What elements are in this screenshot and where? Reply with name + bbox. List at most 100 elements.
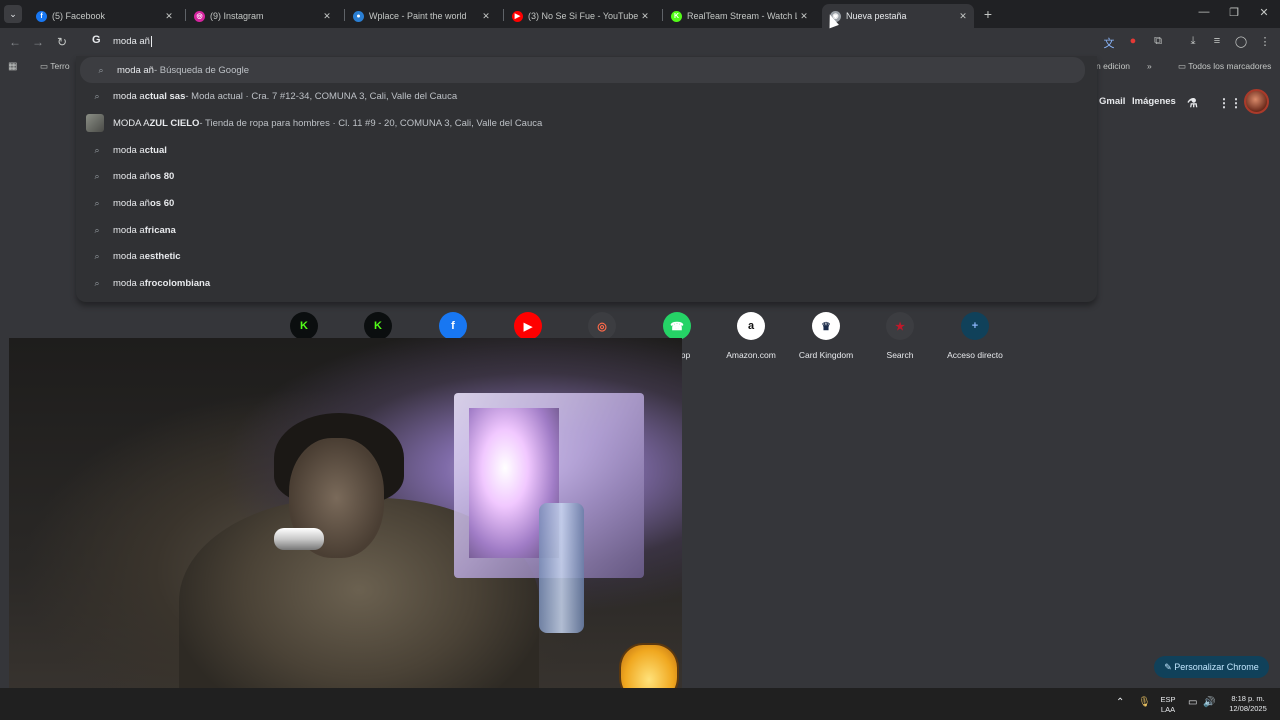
shortcut-tile[interactable]: + Acceso directo (938, 312, 1012, 360)
clock[interactable]: 8:18 p. m. 12/08/2025 (1222, 694, 1274, 714)
search-icon: ⌕ (94, 224, 100, 235)
account-avatar[interactable] (1244, 89, 1269, 114)
suggestion-row[interactable]: ⌕ moda añ os 60 (76, 191, 1097, 217)
tab-separator (185, 9, 186, 21)
profile-icon[interactable]: ◯ (1234, 35, 1248, 48)
all-bookmarks-label: Todos los marcadores (1188, 61, 1272, 71)
shortcut-icon: ☎ (663, 312, 691, 340)
extension-red-icon[interactable]: ● (1126, 35, 1140, 47)
suggestion-row[interactable]: ⌕ moda añ os 80 (76, 164, 1097, 190)
microphone-icon[interactable]: 🎙 (1138, 697, 1151, 708)
shortcut-tile[interactable]: ♛ Card Kingdom (789, 312, 863, 360)
suggestion-row[interactable]: ⌕ moda a fricana (76, 217, 1097, 243)
address-bar-text[interactable]: moda añ (113, 36, 152, 47)
suggestion-completion: fricana (144, 224, 176, 236)
bookmark-folder-terro[interactable]: ▭ Terro (40, 61, 70, 72)
tab-3[interactable]: ● Wplace - Paint the world ✕ (345, 4, 497, 28)
download-icon[interactable]: ⤓ (1186, 35, 1200, 48)
tab-6[interactable]: ◉ Nueva pestaña ✕ (822, 4, 974, 28)
customize-chrome-label: Personalizar Chrome (1174, 662, 1259, 672)
close-tab-icon[interactable]: ✕ (797, 11, 811, 22)
translate-icon[interactable]: 文 (1102, 35, 1116, 51)
all-bookmarks-button[interactable]: ▭ Todos los marcadores (1178, 61, 1271, 72)
language-code: ESP (1160, 695, 1176, 704)
close-tab-icon[interactable]: ✕ (956, 11, 970, 22)
text-caret (150, 36, 152, 47)
tab-separator (344, 9, 345, 21)
media-control-icon[interactable]: ≡ (1210, 35, 1224, 47)
google-icon: G (92, 34, 101, 46)
suggestion-prefix: moda a (113, 91, 145, 103)
address-bar[interactable]: G moda añ (80, 31, 1096, 53)
suggestion-row[interactable]: ⌕ moda a ctual (76, 137, 1097, 163)
tray-chevron-icon[interactable]: ⌃ (1116, 697, 1124, 708)
bookmarks-overflow-button[interactable]: » (1147, 61, 1152, 71)
extensions-icon[interactable]: ⧉ (1151, 35, 1165, 48)
apps-icon[interactable]: ▦ (8, 61, 17, 72)
shortcut-icon: ♛ (812, 312, 840, 340)
tab-title: Nueva pestaña (846, 11, 907, 21)
clock-date: 12/08/2025 (1229, 704, 1267, 713)
suggestion-prefix: moda añ (113, 171, 150, 183)
search-icon: ⌕ (94, 251, 100, 262)
customize-chrome-button[interactable]: ✎ Personalizar Chrome (1154, 656, 1269, 678)
tab-5[interactable]: K RealTeam Stream - Watch Live✕ (663, 4, 815, 28)
suggestion-detail: - Búsqueda de Google (153, 64, 250, 76)
tab-title: (3) No Se Si Fue - YouTube (528, 11, 638, 21)
suggestion-prefix: MODA A (113, 117, 150, 129)
suggestion-completion: os 60 (149, 198, 175, 209)
volume-icon[interactable]: 🔊 (1203, 697, 1215, 708)
suggestion-row[interactable]: ⌕ moda a esthetic (76, 244, 1097, 270)
microphone (274, 528, 324, 550)
shortcut-icon: K (364, 312, 392, 340)
tab-4[interactable]: ▶ (3) No Se Si Fue - YouTube ✕ (504, 4, 656, 28)
water-bottle (539, 503, 584, 633)
google-apps-icon[interactable]: ⋮⋮ (1218, 96, 1242, 110)
suggestion-row[interactable]: ⌕ moda a ctual sas - Moda actual · Cra. 7 … (76, 84, 1097, 110)
pencil-icon: ✎ (1164, 661, 1175, 672)
menu-icon[interactable]: ⋮ (1258, 35, 1272, 48)
forward-button[interactable]: → (31, 35, 45, 49)
tab-title: (5) Facebook (52, 11, 106, 21)
shortcut-icon: ★ (886, 312, 914, 340)
maximize-button[interactable]: ❐ (1226, 6, 1242, 19)
suggestion-detail: - Tienda de ropa para hombres · Cl. 11 #… (199, 117, 543, 129)
shortcut-icon: + (961, 312, 989, 340)
minimize-button[interactable]: — (1196, 6, 1212, 18)
address-bar-value: moda añ (113, 36, 150, 48)
shortcut-tile[interactable]: ★ Search (863, 312, 937, 360)
reload-button[interactable]: ↻ (55, 35, 69, 49)
bookmark-edicion[interactable]: n edicion (1096, 61, 1130, 71)
tab-1[interactable]: f (5) Facebook ✕ (28, 4, 180, 28)
globe-icon: ● (353, 10, 364, 22)
tab-title: Wplace - Paint the world (369, 11, 467, 21)
tab-separator (662, 9, 663, 21)
suggestion-completion: esthetic (144, 251, 181, 263)
suggestion-row[interactable]: MODA A ZUL CIELO - Tienda de ropa para ho… (76, 110, 1097, 136)
new-tab-button[interactable]: + (980, 6, 996, 22)
close-tab-icon[interactable]: ✕ (162, 11, 176, 22)
plus-icon: + (983, 6, 993, 22)
folder-icon: ▭ (1178, 61, 1189, 71)
shortcut-icon: a (737, 312, 765, 340)
tab-title: (9) Instagram (210, 11, 264, 21)
close-tab-icon[interactable]: ✕ (320, 11, 334, 22)
restore-icon: ❐ (1229, 7, 1239, 19)
network-icon[interactable]: ▭ (1188, 697, 1197, 708)
suggestion-prefix: moda a (113, 224, 145, 236)
back-button[interactable]: ← (8, 35, 22, 49)
close-window-button[interactable]: ✕ (1256, 6, 1272, 19)
images-link[interactable]: Imágenes (1132, 96, 1176, 107)
tab-search-button[interactable]: ⌄ (4, 5, 22, 23)
close-tab-icon[interactable]: ✕ (638, 11, 652, 22)
labs-icon[interactable]: ⚗ (1187, 96, 1198, 110)
shortcut-label: Acceso directo (947, 350, 1003, 360)
close-tab-icon[interactable]: ✕ (479, 11, 493, 22)
suggestion-prefix: moda añ (113, 198, 150, 209)
suggestion-row[interactable]: ⌕ moda añ - Búsqueda de Google (80, 57, 1085, 83)
language-indicator[interactable]: ESP LAA (1158, 695, 1178, 715)
gmail-link[interactable]: Gmail (1099, 96, 1125, 107)
tab-2[interactable]: ◎ (9) Instagram ✕ (186, 4, 338, 28)
shortcut-tile[interactable]: a Amazon.com (714, 312, 788, 360)
suggestion-row[interactable]: ⌕ moda a frocolombiana (76, 271, 1097, 297)
